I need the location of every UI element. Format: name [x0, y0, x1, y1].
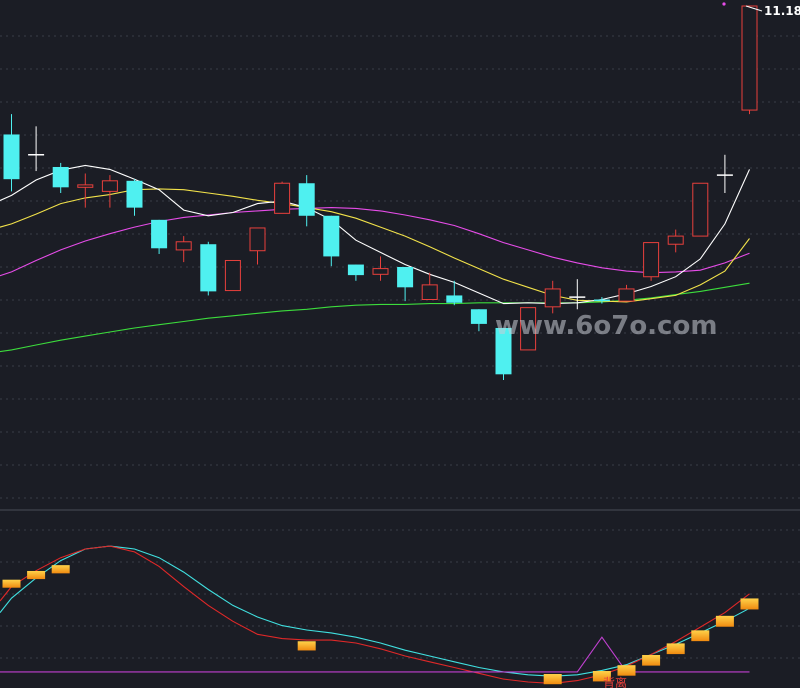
indicator-bar: [2, 579, 21, 588]
ma10-line: [0, 188, 750, 303]
indicator-bar: [51, 565, 70, 574]
candle-body-down: [323, 215, 340, 257]
indicator-bar: [27, 570, 46, 580]
candle-body-down: [470, 309, 487, 324]
candle-body-down: [446, 295, 463, 303]
candle-body-down: [347, 264, 364, 276]
candle-body-up: [249, 227, 266, 252]
candle-body-up: [667, 235, 684, 245]
indicator-bar: [666, 643, 685, 655]
candle-body-down: [200, 244, 217, 292]
candle-body-up: [692, 182, 709, 237]
candle-body-down: [52, 166, 69, 188]
indicator-line-2: [0, 636, 750, 673]
last-price-label: 11.18: [764, 4, 800, 18]
candle-body-up: [372, 268, 389, 275]
grid: [0, 35, 800, 659]
indicator-bar: [691, 630, 710, 642]
indicator-line-0: [0, 545, 750, 677]
candle-body-up: [741, 5, 758, 111]
candle-body-down: [151, 219, 168, 249]
candle-body-down: [397, 266, 414, 288]
candle-body-up: [224, 259, 241, 292]
candle-body-up: [643, 242, 660, 278]
indicator-bar: [543, 674, 562, 685]
candle-body-down: [3, 134, 20, 180]
candle-body-down: [298, 183, 315, 216]
candle-body-up: [274, 182, 291, 214]
indicator-line-1: [0, 545, 750, 684]
indicator-bar: [715, 615, 734, 627]
indicator-bar: [740, 598, 759, 610]
marker-dot: [722, 2, 726, 6]
candle-body-up: [618, 288, 635, 302]
candle-body-up: [101, 180, 118, 192]
watermark: www.6o7o.com: [495, 311, 717, 341]
candle-body-up: [175, 241, 192, 251]
indicator-panel: [0, 545, 759, 685]
indicator-bar: [297, 641, 316, 651]
stock-chart: 11.18 www.6o7o.com 背离: [0, 2, 800, 688]
candle-body-down: [126, 180, 143, 208]
indicator-bar: [617, 665, 636, 676]
candle-body-up: [544, 288, 561, 308]
candle-body-up: [77, 184, 94, 188]
candle-body-down: [593, 299, 610, 302]
divergence-annotation: 背离: [603, 675, 627, 688]
candle-body-up: [421, 284, 438, 301]
indicator-bar: [642, 655, 661, 666]
